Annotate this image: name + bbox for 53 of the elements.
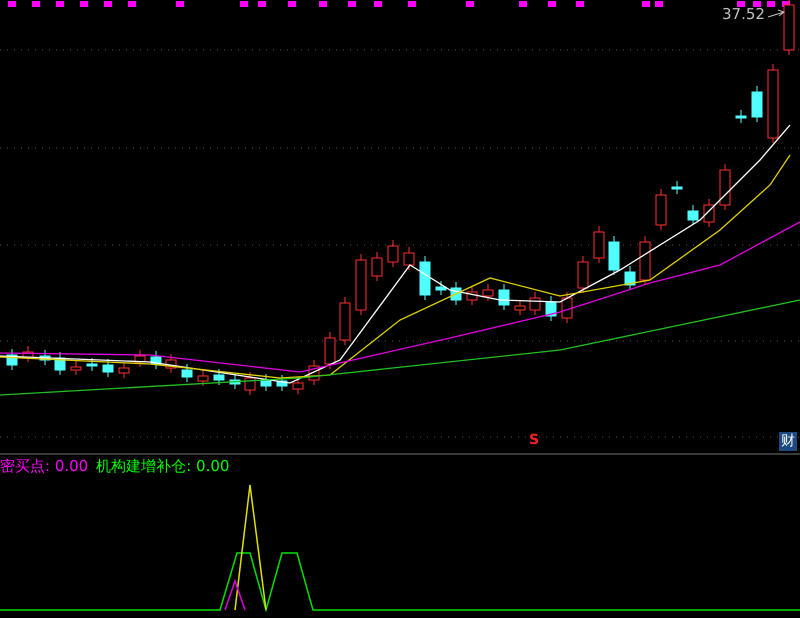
candlestick — [70, 360, 82, 376]
candlestick — [594, 226, 604, 264]
candlestick — [498, 284, 510, 310]
candlestick — [578, 256, 588, 294]
pointer-arrow-icon — [768, 10, 786, 18]
candlestick — [388, 240, 398, 268]
candlestick — [672, 180, 682, 194]
candlestick — [482, 284, 494, 302]
candlestick — [656, 188, 666, 230]
candlestick — [420, 256, 430, 300]
candlestick — [640, 236, 650, 286]
candlestick — [530, 292, 540, 316]
price-label: 37.52 — [722, 5, 765, 23]
candlestick — [230, 374, 240, 390]
candlestick — [688, 204, 698, 226]
candlestick — [514, 300, 526, 316]
candlestick — [404, 246, 414, 270]
candlestick — [546, 296, 556, 322]
candlestick — [752, 86, 762, 122]
indicator-legend: 机构建增补仓: 0.00 — [96, 457, 230, 476]
candlestick — [436, 280, 446, 296]
candlestick — [466, 286, 478, 306]
candlestick — [608, 236, 620, 276]
candlestick — [260, 374, 272, 392]
candlestick — [214, 368, 224, 386]
indicator-legend: 密买点: 0.00 — [0, 457, 88, 476]
candlestick — [736, 110, 746, 124]
candlestick — [562, 292, 572, 324]
candlestick — [134, 350, 146, 368]
candlestick — [450, 282, 462, 306]
candlestick — [276, 374, 288, 392]
candlestick — [324, 332, 336, 370]
candlestick — [244, 372, 256, 396]
candlestick — [54, 352, 66, 376]
candlestick — [372, 252, 382, 282]
candlestick — [182, 364, 192, 382]
candlestick — [22, 346, 34, 362]
candlestick — [40, 350, 50, 366]
candlestick — [356, 254, 366, 316]
candlestick — [150, 350, 162, 370]
candlestick — [166, 354, 176, 374]
candlestick — [102, 358, 114, 378]
candlestick — [198, 370, 208, 386]
candlestick — [6, 348, 18, 370]
candlestick — [704, 198, 714, 228]
candlestick — [720, 164, 730, 210]
candlestick — [308, 360, 320, 386]
candlestick — [624, 266, 636, 290]
finance-badge[interactable]: 财 — [779, 432, 797, 451]
candlestick — [118, 362, 130, 378]
candlestick — [86, 358, 98, 372]
candlestick — [340, 296, 350, 346]
signal-mark: S — [529, 433, 540, 447]
